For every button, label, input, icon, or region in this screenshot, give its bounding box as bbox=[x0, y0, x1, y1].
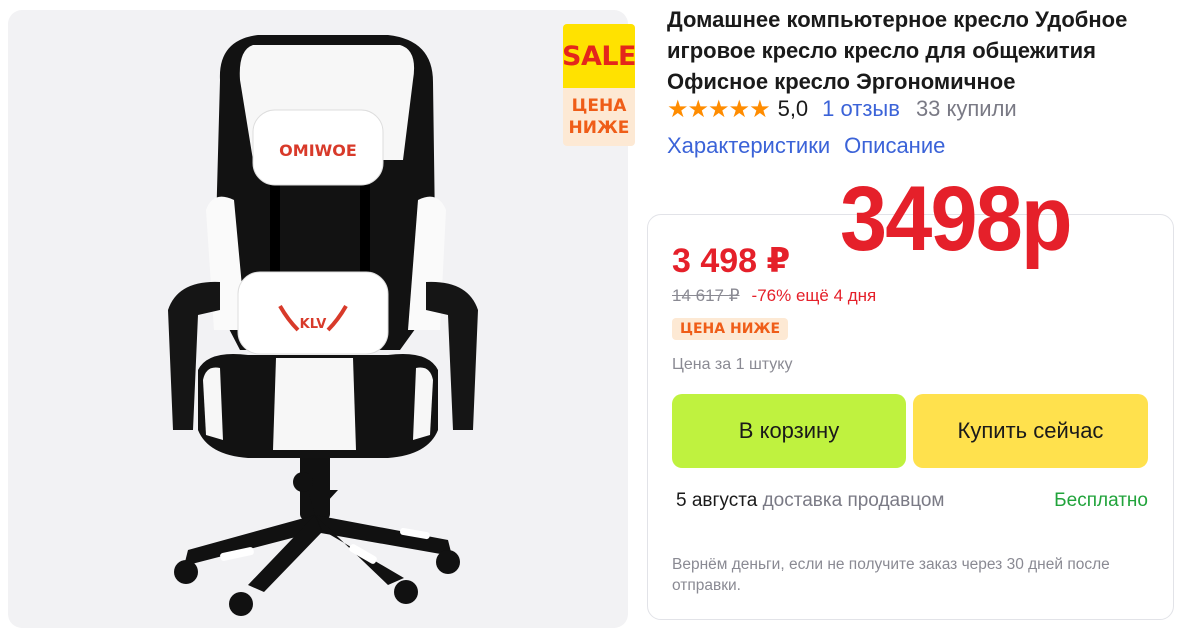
delivery-info: 5 августа доставка продавцом bbox=[676, 490, 945, 512]
tab-description[interactable]: Описание bbox=[844, 133, 945, 159]
price-lower-label: ЦЕНА НИЖЕ bbox=[563, 88, 635, 146]
current-price: 3 498 ₽ bbox=[672, 242, 791, 280]
tab-characteristics[interactable]: Характеристики bbox=[667, 133, 830, 159]
old-price: 14 617 ₽ bbox=[672, 286, 740, 305]
old-price-row: 14 617 ₽ -76% ещё 4 дня bbox=[672, 286, 876, 306]
rating-row: ★★★★★ 5,0 1 отзыв 33 купили bbox=[667, 95, 1017, 123]
rating-value: 5,0 bbox=[777, 96, 809, 121]
product-tabs: Характеристики Описание bbox=[667, 133, 959, 159]
refund-note: Вернём деньги, если не получите заказ че… bbox=[672, 556, 1110, 594]
product-photo[interactable]: OMIWOE KLV bbox=[8, 10, 628, 628]
add-to-cart-button[interactable]: В корзину bbox=[672, 394, 906, 468]
sale-label: SALE bbox=[563, 24, 635, 88]
gaming-chair-image: OMIWOE KLV bbox=[168, 35, 478, 616]
delivery-row: 5 августа доставка продавцом Бесплатно bbox=[676, 490, 1148, 512]
delivery-method: доставка продавцом bbox=[762, 490, 945, 511]
reviews-link[interactable]: 1 отзыв bbox=[822, 96, 900, 122]
product-title: Домашнее компьютерное кресло Удобное игр… bbox=[667, 7, 1128, 94]
bought-count: 33 купили bbox=[915, 96, 1017, 121]
pillow-brand-text: OMIWOE bbox=[279, 141, 357, 160]
lumbar-logo-text: KLV bbox=[300, 317, 327, 332]
delivery-date: 5 августа bbox=[676, 490, 763, 511]
rating-stars-icon: ★★★★★ bbox=[667, 95, 771, 123]
price-lower-badge: ЦЕНА НИЖЕ bbox=[672, 318, 789, 340]
discount-text: -76% ещё 4 дня bbox=[751, 286, 877, 305]
delivery-cost: Бесплатно bbox=[1054, 490, 1148, 511]
buy-now-button[interactable]: Купить сейчас bbox=[913, 394, 1148, 468]
unit-price-note: Цена за 1 штуку bbox=[672, 356, 793, 373]
price-lower-line1: ЦЕНА bbox=[571, 96, 627, 116]
price-lower-line2: НИЖЕ bbox=[568, 118, 630, 138]
overlay-price: 3498р bbox=[840, 168, 1073, 270]
sale-badge: SALE ЦЕНА НИЖЕ bbox=[563, 24, 635, 146]
